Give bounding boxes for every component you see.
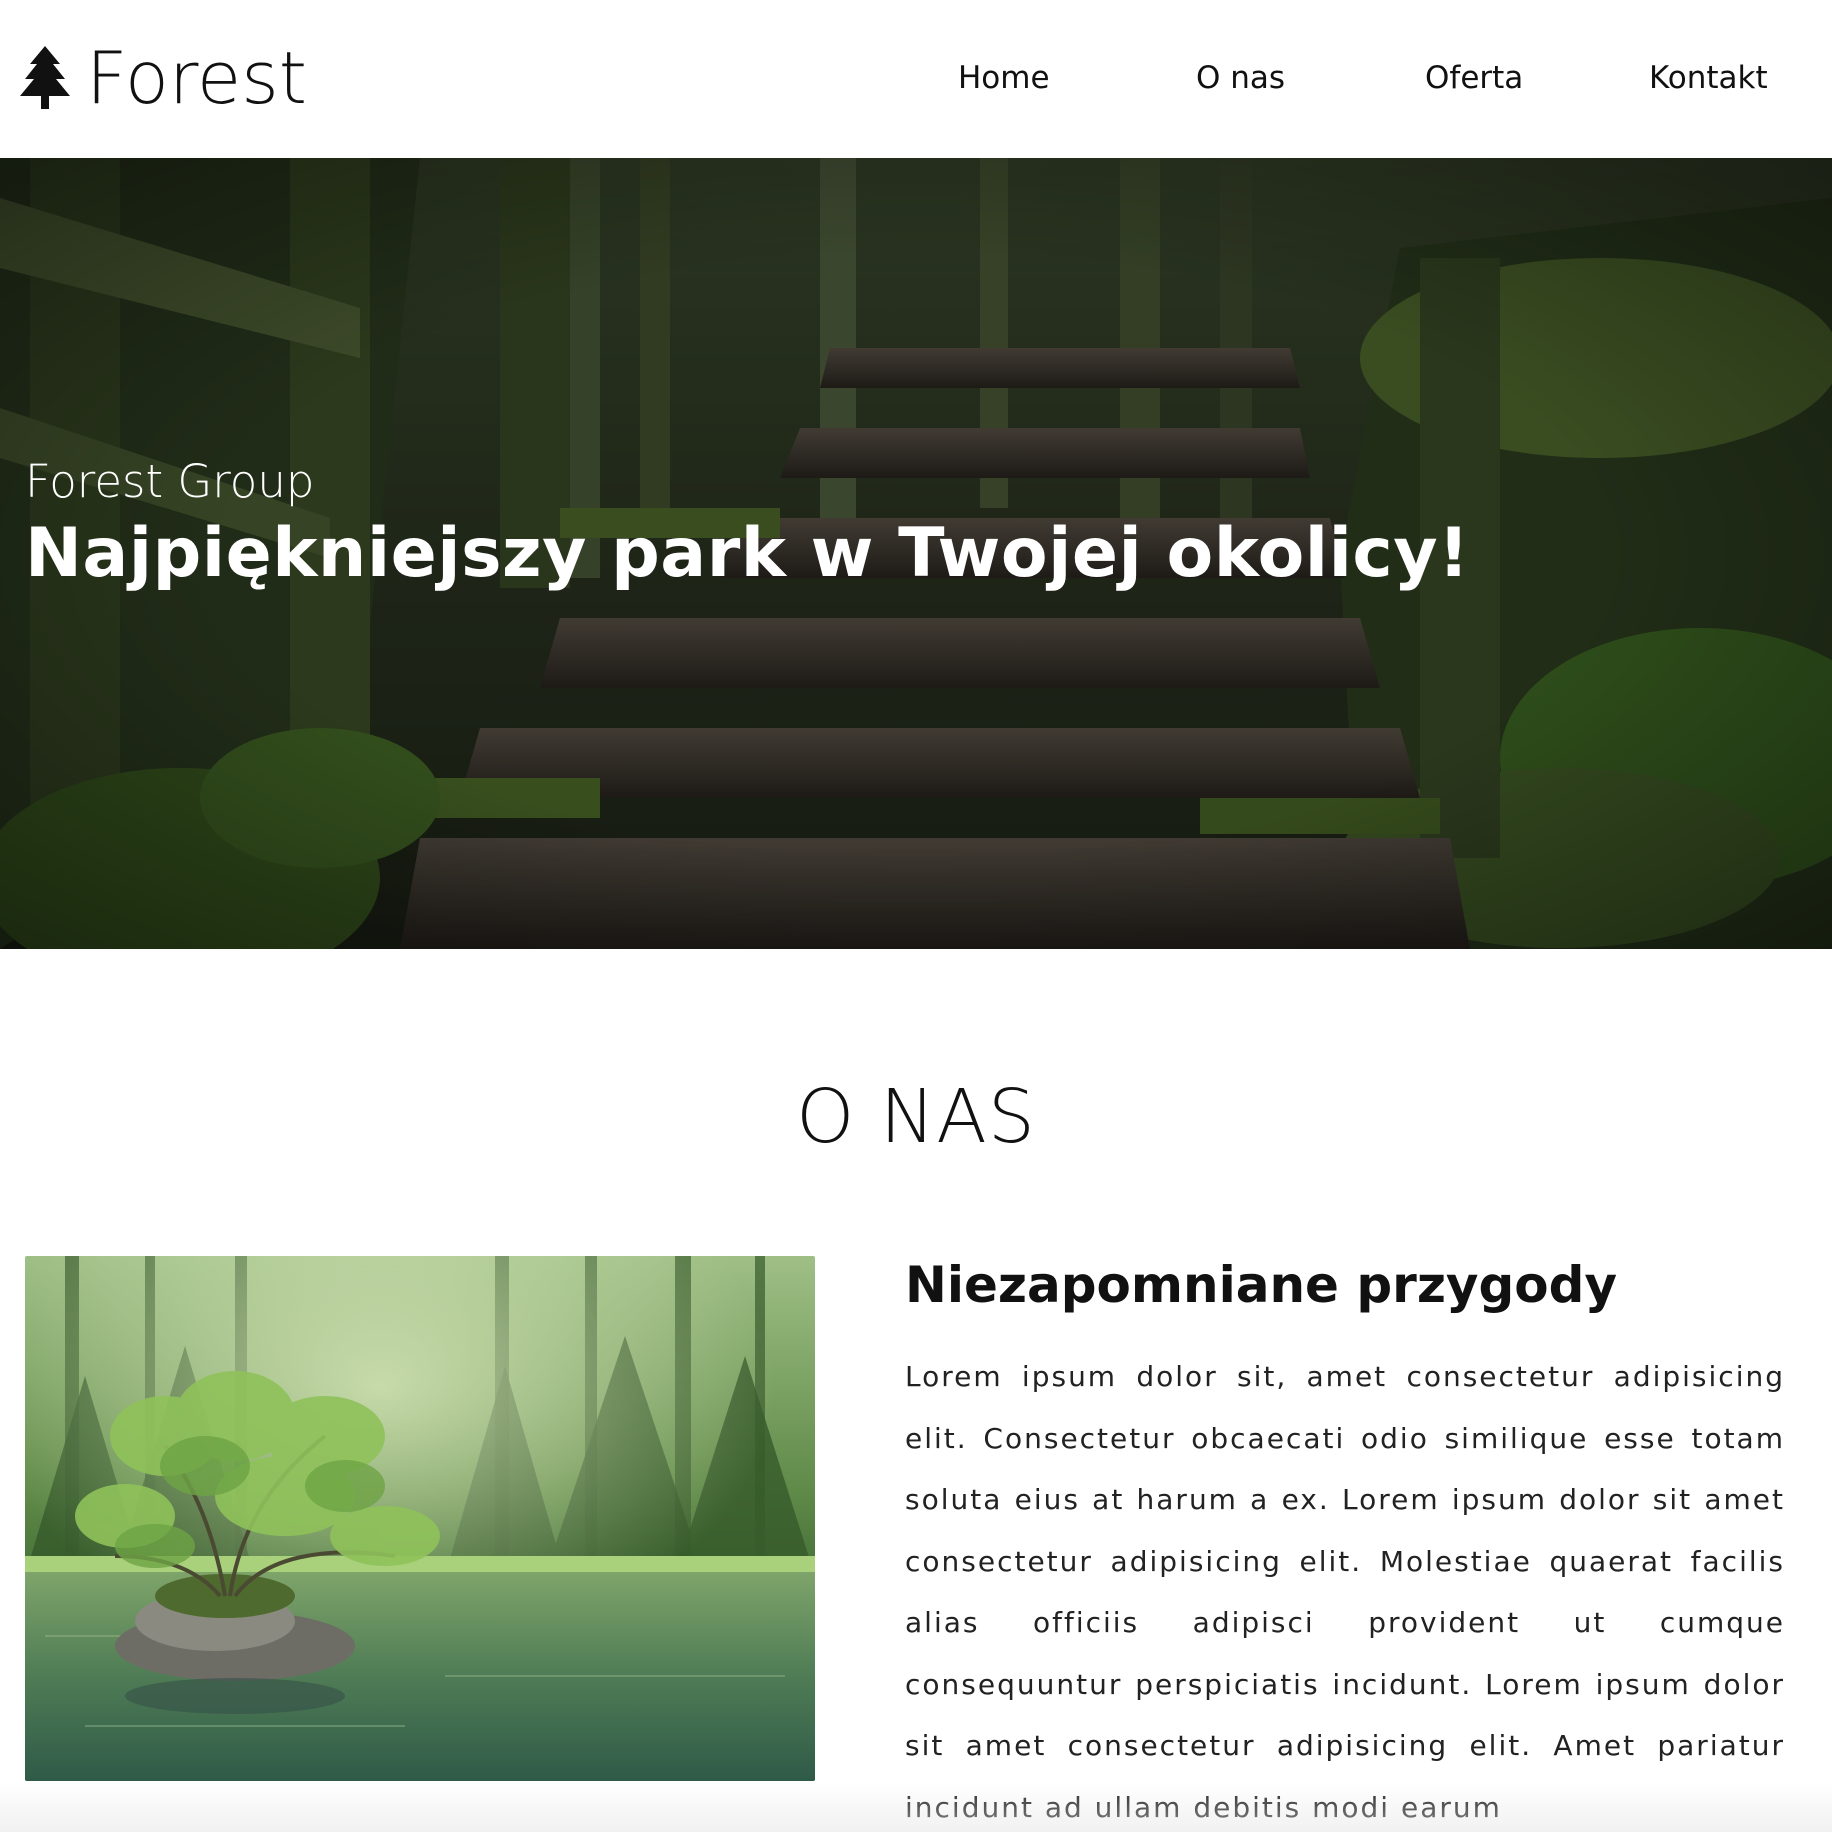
section-title-o-nas: O NAS <box>796 1074 1036 1160</box>
nav-home[interactable]: Home <box>958 56 1050 100</box>
nav-oferta[interactable]: Oferta <box>1425 56 1523 100</box>
nav-o-nas[interactable]: O nas <box>1196 56 1285 100</box>
about-heading: Niezapomniane przygody <box>905 1256 1618 1314</box>
hero-subtitle: Forest Group <box>25 455 315 508</box>
lake-tree-image <box>25 1256 815 1781</box>
hero-title: Najpiękniejszy park w Twojej okolicy! <box>25 514 1470 593</box>
nav-kontakt[interactable]: Kontakt <box>1649 56 1768 100</box>
about-paragraph: Lorem ipsum dolor sit, amet consectetur … <box>905 1360 1785 1824</box>
hero-banner: Forest Group Najpiękniejszy park w Twoje… <box>0 158 1832 949</box>
site-header: Forest Home O nas Oferta Kontakt <box>0 0 1832 158</box>
about-image <box>25 1256 815 1781</box>
main-nav: Home O nas Oferta Kontakt <box>0 56 1832 100</box>
